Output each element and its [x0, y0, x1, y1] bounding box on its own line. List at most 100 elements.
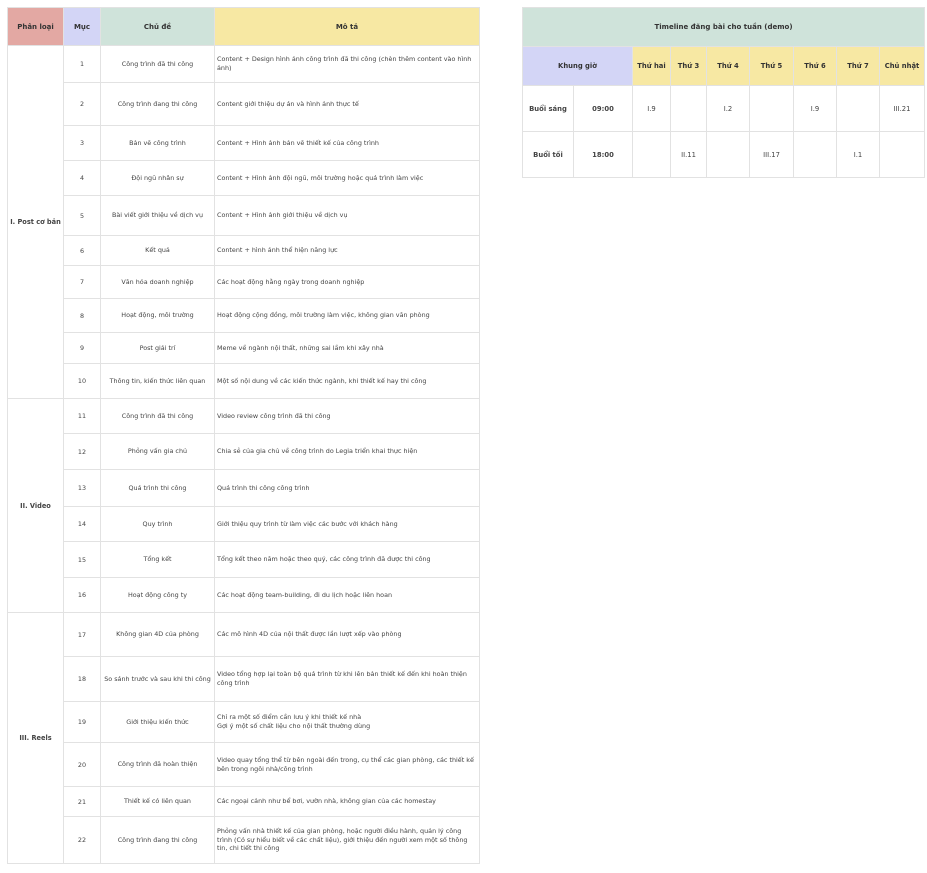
no-cell[interactable]: 20 — [63, 742, 101, 787]
schedule-cell[interactable] — [632, 131, 671, 178]
description-cell[interactable]: Các hoạt động team-building, đi du lịch … — [214, 577, 480, 613]
topic-cell[interactable]: Giới thiệu kiến thức — [100, 701, 215, 743]
topic-cell[interactable]: Công trình đang thi công — [100, 816, 215, 864]
no-cell[interactable]: 17 — [63, 612, 101, 657]
schedule-cell[interactable]: III.17 — [749, 131, 794, 178]
time-cell[interactable]: 09:00 — [573, 85, 633, 132]
no-cell[interactable]: 16 — [63, 577, 101, 613]
header-category[interactable]: Phân loại — [7, 7, 64, 46]
topic-cell[interactable]: Bản vẽ công trình — [100, 125, 215, 161]
topic-cell[interactable]: Công trình đang thi công — [100, 82, 215, 126]
description-cell[interactable]: Content + Hình ảnh đội ngũ, môi trường h… — [214, 160, 480, 196]
no-cell[interactable]: 11 — [63, 398, 101, 434]
topic-cell[interactable]: Quy trình — [100, 506, 215, 542]
header-no[interactable]: Mục — [63, 7, 101, 46]
description-cell[interactable]: Tổng kết theo năm hoặc theo quý, các côn… — [214, 541, 480, 578]
description-cell[interactable]: Phỏng vấn nhà thiết kế của gian phòng, h… — [214, 816, 480, 864]
topic-cell[interactable]: Không gian 4D của phòng — [100, 612, 215, 657]
period-cell[interactable]: Buổi tối — [522, 131, 574, 178]
topic-cell[interactable]: Kết quả — [100, 235, 215, 266]
no-cell[interactable]: 18 — [63, 656, 101, 702]
description-cell[interactable]: Content + hình ảnh thể hiện năng lực — [214, 235, 480, 266]
no-cell[interactable]: 7 — [63, 265, 101, 299]
schedule-cell[interactable]: I.1 — [836, 131, 880, 178]
description-cell[interactable]: Content + Hình ảnh giới thiệu về dịch vụ — [214, 195, 480, 236]
day-header[interactable]: Thứ 7 — [836, 46, 880, 86]
schedule-cell[interactable]: I.2 — [706, 85, 750, 132]
topic-cell[interactable]: Công trình đã thi công — [100, 398, 215, 434]
period-cell[interactable]: Buổi sáng — [522, 85, 574, 132]
topic-cell[interactable]: Quá trình thi công — [100, 469, 215, 507]
topic-cell[interactable]: Thiết kế có liên quan — [100, 786, 215, 817]
description-cell[interactable]: Chỉ ra một số điểm cần lưu ý khi thiết k… — [214, 701, 480, 743]
description-cell[interactable]: Video review công trình đã thi công — [214, 398, 480, 434]
description-cell[interactable]: Content + Hình ảnh bản vẽ thiết kế của c… — [214, 125, 480, 161]
no-cell[interactable]: 15 — [63, 541, 101, 578]
time-cell[interactable]: 18:00 — [573, 131, 633, 178]
category-cell[interactable]: I. Post cơ bản — [7, 45, 64, 399]
topic-cell[interactable]: Công trình đã hoàn thiện — [100, 742, 215, 787]
no-cell[interactable]: 4 — [63, 160, 101, 196]
no-cell[interactable]: 1 — [63, 45, 101, 83]
day-header[interactable]: Thứ hai — [632, 46, 671, 86]
no-cell[interactable]: 3 — [63, 125, 101, 161]
timeline-title[interactable]: Timeline đăng bài cho tuần (demo) — [521, 7, 926, 47]
topic-cell[interactable]: So sánh trước và sau khi thi công — [100, 656, 215, 702]
description-cell[interactable]: Hoạt động cộng đồng, môi trường làm việc… — [214, 298, 480, 333]
category-cell[interactable]: III. Reels — [7, 612, 64, 864]
description-cell[interactable]: Quá trình thi công công trình — [214, 469, 480, 507]
description-cell[interactable]: Content giới thiệu dự án và hình ảnh thự… — [214, 82, 480, 126]
no-cell[interactable]: 8 — [63, 298, 101, 333]
schedule-cell[interactable] — [706, 131, 750, 178]
day-header[interactable]: Thứ 5 — [749, 46, 794, 86]
schedule-cell[interactable] — [878, 131, 926, 178]
category-cell[interactable]: II. Video — [7, 398, 64, 613]
schedule-cell[interactable]: I.9 — [793, 85, 837, 132]
topic-cell[interactable]: Phỏng vấn gia chủ — [100, 433, 215, 470]
description-cell[interactable]: Giới thiệu quy trình từ làm việc các bướ… — [214, 506, 480, 542]
no-cell[interactable]: 21 — [63, 786, 101, 817]
topic-cell[interactable]: Văn hóa doanh nghiệp — [100, 265, 215, 299]
description-cell[interactable]: Chia sẻ của gia chủ về công trình do Leg… — [214, 433, 480, 470]
topic-cell[interactable]: Công trình đã thi công — [100, 45, 215, 83]
schedule-cell[interactable] — [836, 85, 880, 132]
description-cell[interactable]: Các hoạt động hằng ngày trong doanh nghi… — [214, 265, 480, 299]
schedule-cell[interactable] — [670, 85, 707, 132]
slot-header[interactable]: Khung giờ — [522, 46, 633, 86]
topic-cell[interactable]: Tổng kết — [100, 541, 215, 578]
topic-cell[interactable]: Thông tin, kiến thức liên quan — [100, 363, 215, 399]
description-cell[interactable]: Content + Design hình ảnh công trình đã … — [214, 45, 480, 83]
description-cell[interactable]: Video tổng hợp lại toàn bộ quá trình từ … — [214, 656, 480, 702]
schedule-cell[interactable]: II.11 — [670, 131, 707, 178]
header-topic[interactable]: Chủ đề — [100, 7, 215, 46]
no-cell[interactable]: 12 — [63, 433, 101, 470]
no-cell[interactable]: 14 — [63, 506, 101, 542]
day-header[interactable]: Thứ 6 — [793, 46, 837, 86]
topic-cell[interactable]: Đội ngũ nhân sự — [100, 160, 215, 196]
schedule-cell[interactable] — [793, 131, 837, 178]
topic-cell[interactable]: Bài viết giới thiệu về dịch vụ — [100, 195, 215, 236]
no-cell[interactable]: 13 — [63, 469, 101, 507]
no-cell[interactable]: 19 — [63, 701, 101, 743]
day-header[interactable]: Thứ 3 — [670, 46, 707, 86]
description-cell[interactable]: Video quay tổng thể từ bên ngoài đến tro… — [214, 742, 480, 787]
schedule-cell[interactable]: I.9 — [632, 85, 671, 132]
day-header[interactable]: Chủ nhật — [878, 46, 926, 86]
topic-cell[interactable]: Hoạt động công ty — [100, 577, 215, 613]
no-cell[interactable]: 10 — [63, 363, 101, 399]
description-cell[interactable]: Một số nội dung về các kiến thức ngành, … — [214, 363, 480, 399]
no-cell[interactable]: 22 — [63, 816, 101, 864]
schedule-cell[interactable]: III.21 — [878, 85, 926, 132]
topic-cell[interactable]: Post giải trí — [100, 332, 215, 364]
no-cell[interactable]: 5 — [63, 195, 101, 236]
topic-cell[interactable]: Hoạt động, môi trường — [100, 298, 215, 333]
no-cell[interactable]: 9 — [63, 332, 101, 364]
no-cell[interactable]: 2 — [63, 82, 101, 126]
schedule-cell[interactable] — [749, 85, 794, 132]
description-cell[interactable]: Meme về ngành nội thất, những sai lầm kh… — [214, 332, 480, 364]
description-cell[interactable]: Các ngoại cảnh như bể bơi, vườn nhà, khô… — [214, 786, 480, 817]
header-description[interactable]: Mô tả — [214, 7, 480, 46]
description-cell[interactable]: Các mô hình 4D của nội thất được lần lượ… — [214, 612, 480, 657]
no-cell[interactable]: 6 — [63, 235, 101, 266]
day-header[interactable]: Thứ 4 — [706, 46, 750, 86]
